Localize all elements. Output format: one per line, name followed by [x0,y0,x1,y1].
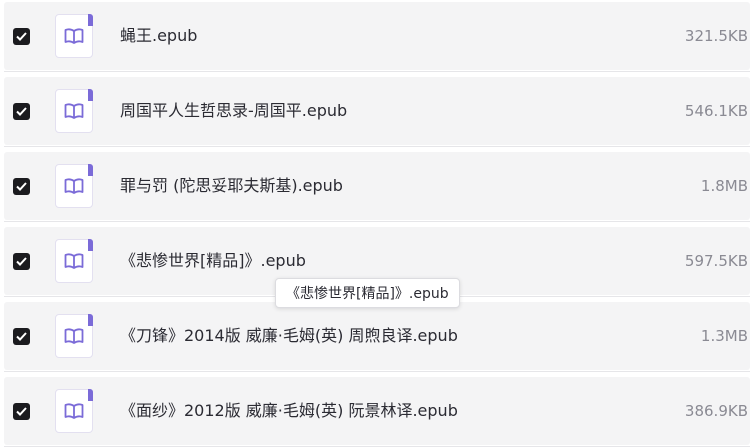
checkmark-icon [16,107,27,116]
book-icon [64,328,84,344]
file-icon [55,314,93,358]
file-size: 386.9KB [684,402,748,420]
file-icon [55,389,93,433]
file-size: 1.3MB [700,327,748,345]
file-row[interactable]: 《面纱》2012版 威廉·毛姆(英) 阮景林译.epub 386.9KB [4,377,750,447]
file-row[interactable]: 罪与罚 (陀思妥耶夫斯基).epub 1.8MB [4,152,750,222]
file-name: 《刀锋》2014版 威廉·毛姆(英) 周煦良译.epub [120,326,458,345]
book-icon [64,28,84,44]
file-checkbox[interactable] [13,103,30,120]
file-name: 蝇王.epub [120,26,198,45]
file-name: 周国平人生哲思录-周国平.epub [120,101,348,120]
file-checkbox[interactable] [13,178,30,195]
file-name: 《悲惨世界[精品]》.epub [120,251,306,270]
checkmark-icon [16,32,27,41]
file-icon [55,239,93,283]
file-icon [55,164,93,208]
checkmark-icon [16,407,27,416]
filename-tooltip: 《悲惨世界[精品]》.epub [275,278,460,308]
file-name: 罪与罚 (陀思妥耶夫斯基).epub [120,176,343,195]
file-icon [55,14,93,58]
file-checkbox[interactable] [13,328,30,345]
file-size: 321.5KB [684,27,748,45]
file-checkbox[interactable] [13,253,30,270]
book-icon [64,253,84,269]
book-icon [64,178,84,194]
file-name: 《面纱》2012版 威廉·毛姆(英) 阮景林译.epub [120,401,458,420]
checkmark-icon [16,257,27,266]
file-size: 597.5KB [684,252,748,270]
file-row[interactable]: 蝇王.epub 321.5KB [4,2,750,72]
file-row[interactable]: 周国平人生哲思录-周国平.epub 546.1KB [4,77,750,147]
file-icon [55,89,93,133]
file-checkbox[interactable] [13,403,30,420]
checkmark-icon [16,332,27,341]
file-size: 1.8MB [700,177,748,195]
checkmark-icon [16,182,27,191]
book-icon [64,103,84,119]
file-checkbox[interactable] [13,28,30,45]
file-row[interactable]: 《刀锋》2014版 威廉·毛姆(英) 周煦良译.epub 1.3MB [4,302,750,372]
file-size: 546.1KB [684,102,748,120]
book-icon [64,403,84,419]
